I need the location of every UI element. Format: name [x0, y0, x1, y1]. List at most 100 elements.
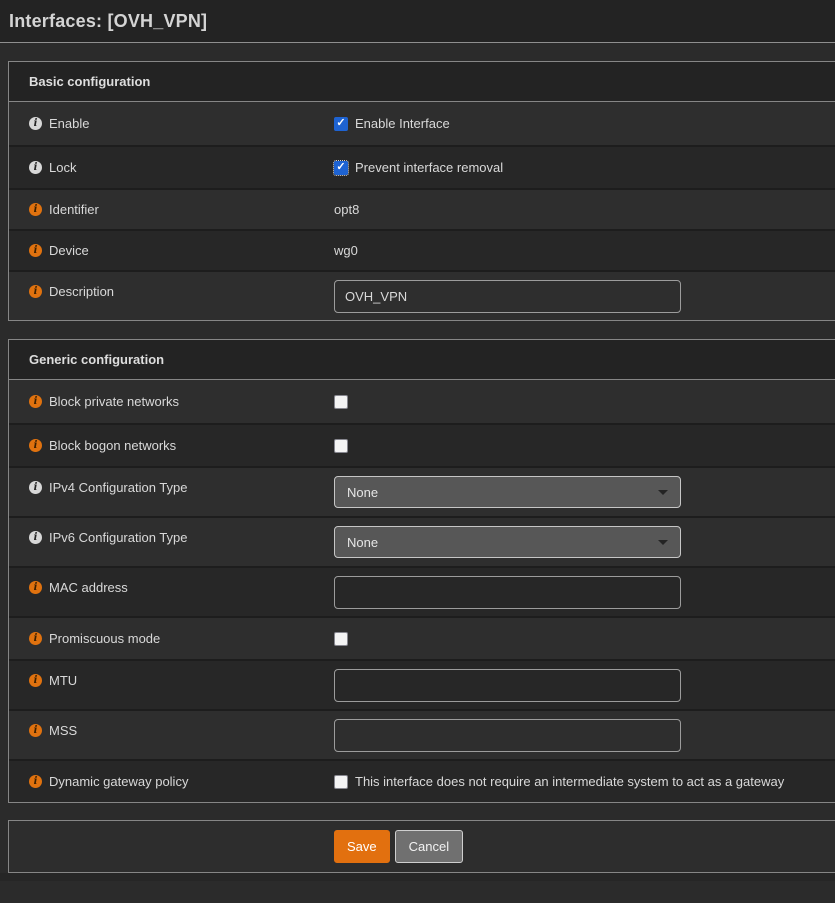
- form-row-lock: i Lock ✓ Prevent interface removal: [9, 145, 835, 188]
- field-content-cell: ✓ Prevent interface removal: [334, 160, 835, 175]
- field-label: Description: [49, 284, 114, 299]
- field-content-cell: This interface does not require an inter…: [334, 774, 835, 789]
- info-orange-icon[interactable]: i: [29, 775, 42, 788]
- block-bogon-networks-checkbox[interactable]: [334, 439, 348, 453]
- section-header: Basic configuration: [9, 62, 835, 102]
- form-row-description: i Description: [9, 270, 835, 320]
- identifier-value: opt8: [334, 202, 359, 217]
- field-content-cell: [334, 395, 835, 409]
- field-label-cell: i Lock: [9, 160, 334, 175]
- form-footer: Save Cancel: [8, 820, 835, 873]
- form-row-dynamic-gateway-policy: i Dynamic gateway policy This interface do…: [9, 759, 835, 802]
- field-label: MSS: [49, 723, 77, 738]
- field-content-cell: [334, 669, 835, 702]
- field-content-cell: wg0: [334, 243, 835, 258]
- enable-checkbox[interactable]: ✓: [334, 117, 348, 131]
- dynamic-gateway-policy-checkbox[interactable]: [334, 775, 348, 789]
- section-header: Generic configuration: [9, 340, 835, 380]
- info-white-icon[interactable]: i: [29, 531, 42, 544]
- field-label: Enable: [49, 116, 89, 131]
- info-orange-icon[interactable]: i: [29, 285, 42, 298]
- checkbox-label: Enable Interface: [355, 116, 450, 131]
- info-orange-icon[interactable]: i: [29, 581, 42, 594]
- form-row-mss: i MSS: [9, 709, 835, 759]
- caret-down-icon: [658, 490, 668, 495]
- mac-address-input[interactable]: [334, 576, 681, 609]
- field-label-cell: i Device: [9, 243, 334, 258]
- field-label: Promiscuous mode: [49, 631, 160, 646]
- field-content-cell: [334, 439, 835, 453]
- field-label-cell: i Block bogon networks: [9, 438, 334, 453]
- field-label: IPv4 Configuration Type: [49, 480, 188, 495]
- mss-input[interactable]: [334, 719, 681, 752]
- field-label: Identifier: [49, 202, 99, 217]
- select-selected-value: None: [347, 485, 378, 500]
- device-value: wg0: [334, 243, 358, 258]
- field-label: Dynamic gateway policy: [49, 774, 188, 789]
- field-content-cell: None: [334, 526, 835, 558]
- section-panel: Generic configuration i Block private netw…: [8, 339, 835, 803]
- field-label-cell: i IPv4 Configuration Type: [9, 468, 334, 495]
- field-label-cell: i Identifier: [9, 202, 334, 217]
- form-row-identifier: i Identifier opt8: [9, 188, 835, 229]
- form-row-mtu: i MTU: [9, 659, 835, 709]
- checkbox-label: Prevent interface removal: [355, 160, 503, 175]
- field-label: Lock: [49, 160, 76, 175]
- info-orange-icon[interactable]: i: [29, 632, 42, 645]
- info-orange-icon[interactable]: i: [29, 439, 42, 452]
- field-label-cell: i Enable: [9, 116, 334, 131]
- field-label: IPv6 Configuration Type: [49, 530, 188, 545]
- bottom-strip: [0, 873, 835, 881]
- field-label: Device: [49, 243, 89, 258]
- info-white-icon[interactable]: i: [29, 481, 42, 494]
- field-label-cell: i Promiscuous mode: [9, 631, 334, 646]
- form-sections: Basic configuration i Enable ✓ Enable Interf…: [0, 61, 835, 803]
- field-label-cell: i MSS: [9, 711, 334, 738]
- field-label-cell: i Dynamic gateway policy: [9, 774, 334, 789]
- field-label: Block bogon networks: [49, 438, 176, 453]
- info-orange-icon[interactable]: i: [29, 395, 42, 408]
- form-row-enable: i Enable ✓ Enable Interface: [9, 102, 835, 145]
- form-row-ipv4-configuration-type: i IPv4 Configuration Type None: [9, 466, 835, 516]
- field-label-cell: i Block private networks: [9, 394, 334, 409]
- info-orange-icon[interactable]: i: [29, 203, 42, 216]
- field-content-cell: [334, 576, 835, 609]
- field-label: MAC address: [49, 580, 128, 595]
- field-label: MTU: [49, 673, 77, 688]
- field-content-cell: opt8: [334, 202, 835, 217]
- info-orange-icon[interactable]: i: [29, 674, 42, 687]
- info-white-icon[interactable]: i: [29, 161, 42, 174]
- lock-checkbox[interactable]: ✓: [334, 161, 348, 175]
- promiscuous-mode-checkbox[interactable]: [334, 632, 348, 646]
- field-content-cell: [334, 719, 835, 752]
- info-orange-icon[interactable]: i: [29, 244, 42, 257]
- caret-down-icon: [658, 540, 668, 545]
- block-private-networks-checkbox[interactable]: [334, 395, 348, 409]
- description-input[interactable]: [334, 280, 681, 313]
- page-title-bar: Interfaces: [OVH_VPN]: [0, 0, 835, 43]
- field-label: Block private networks: [49, 394, 179, 409]
- field-content-cell: [334, 280, 835, 313]
- field-content-cell: None: [334, 476, 835, 508]
- section-panel: Basic configuration i Enable ✓ Enable Interf…: [8, 61, 835, 321]
- form-row-ipv6-configuration-type: i IPv6 Configuration Type None: [9, 516, 835, 566]
- field-label-cell: i MAC address: [9, 568, 334, 595]
- save-button[interactable]: Save: [334, 830, 390, 863]
- info-orange-icon[interactable]: i: [29, 724, 42, 737]
- form-row-block-bogon-networks: i Block bogon networks: [9, 423, 835, 466]
- select-selected-value: None: [347, 535, 378, 550]
- field-label-cell: i MTU: [9, 661, 334, 688]
- cancel-button[interactable]: Cancel: [395, 830, 463, 863]
- form-row-block-private-networks: i Block private networks: [9, 380, 835, 423]
- field-content-cell: [334, 632, 835, 646]
- page-title: Interfaces: [OVH_VPN]: [9, 11, 207, 32]
- form-row-device: i Device wg0: [9, 229, 835, 270]
- form-row-mac-address: i MAC address: [9, 566, 835, 616]
- info-white-icon[interactable]: i: [29, 117, 42, 130]
- field-content-cell: ✓ Enable Interface: [334, 116, 835, 131]
- form-row-promiscuous-mode: i Promiscuous mode: [9, 616, 835, 659]
- mtu-input[interactable]: [334, 669, 681, 702]
- field-label-cell: i IPv6 Configuration Type: [9, 518, 334, 545]
- ipv4-configuration-type-select[interactable]: None: [334, 476, 681, 508]
- ipv6-configuration-type-select[interactable]: None: [334, 526, 681, 558]
